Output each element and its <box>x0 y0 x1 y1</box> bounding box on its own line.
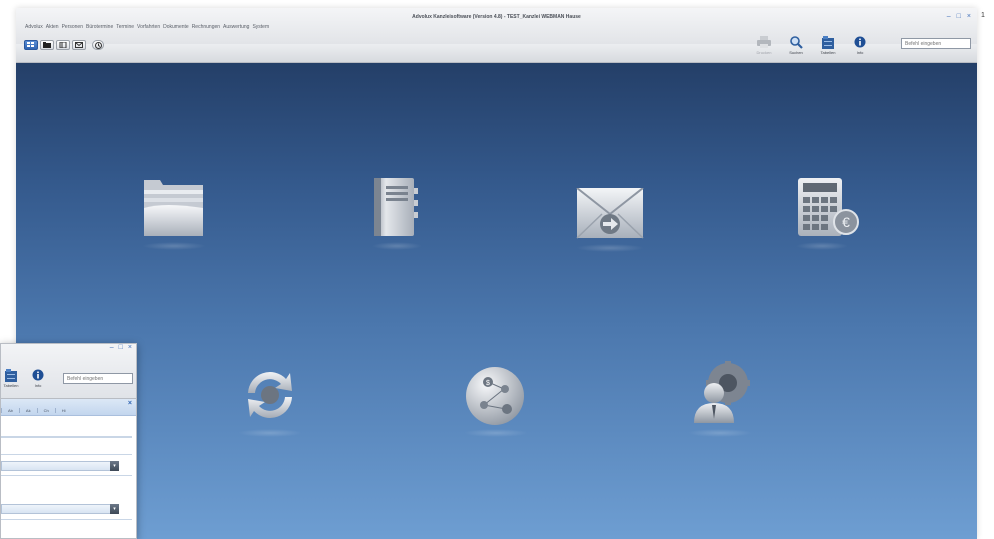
folder-small-icon <box>43 42 51 48</box>
book-view-button[interactable] <box>56 40 70 50</box>
svg-text:$: $ <box>486 380 490 387</box>
info-label: Info <box>856 50 864 55</box>
book-small-icon <box>59 42 67 48</box>
tile-mail[interactable] <box>576 188 644 252</box>
grid-icon <box>27 42 34 47</box>
tile-address-book[interactable] <box>372 178 422 250</box>
panel-tab[interactable]: Ab <box>1 408 19 413</box>
secondary-panel-tabs: Ab Ak Ch Hi <box>1 408 71 413</box>
menu-buerotermine[interactable]: Bürotermine <box>86 24 113 30</box>
menu-personen[interactable]: Personen <box>62 24 83 30</box>
menu-dokumente[interactable]: Dokumente <box>163 24 189 30</box>
panel-tab[interactable]: Ch <box>36 408 55 413</box>
secondary-tool-group: Tabellen Info <box>1 368 48 388</box>
menu-rechnungen[interactable]: Rechnungen <box>192 24 220 30</box>
tool-group: Drucken Suchen Tabellen Info <box>753 35 871 55</box>
tile-sync[interactable] <box>238 363 302 437</box>
secondary-close-button[interactable]: × <box>128 344 132 351</box>
tile-reflection <box>576 244 644 252</box>
info-button[interactable]: Info <box>849 35 871 55</box>
file-cabinet-icon <box>5 368 17 382</box>
tile-folder[interactable] <box>142 178 206 250</box>
search-icon <box>789 35 803 49</box>
divider <box>1 454 132 455</box>
divider <box>1 436 132 438</box>
search-label: Suchen <box>789 50 803 55</box>
tile-globe[interactable]: $ <box>464 365 528 437</box>
tile-reflection <box>372 242 422 250</box>
folder-icon <box>144 180 203 236</box>
file-cabinet-icon <box>822 35 834 49</box>
svg-text:€: € <box>842 214 850 230</box>
select-field[interactable]: ▾ <box>1 504 119 514</box>
secondary-minimize-button[interactable]: – <box>110 344 114 351</box>
calculator-euro-icon: € <box>798 178 859 236</box>
tile-reflection <box>142 242 206 250</box>
window-title: Advolux Kanzleisoftware (Version 4.8) - … <box>412 14 581 20</box>
print-button[interactable]: Drucken <box>753 35 775 55</box>
tile-reflection <box>688 429 752 437</box>
secondary-window-controls: – □ × <box>110 344 132 351</box>
secondary-window: – □ × Tabellen Info Ab Ak Ch <box>0 343 137 539</box>
menu-termine[interactable]: Termine <box>116 24 134 30</box>
secondary-panel-header: Ab Ak Ch Hi × <box>1 399 136 416</box>
tile-admin[interactable] <box>688 361 752 437</box>
divider <box>1 519 132 520</box>
tile-reflection <box>464 429 528 437</box>
mail-small-icon <box>75 42 83 48</box>
window-controls: – □ × <box>947 13 971 20</box>
menu-advolux[interactable]: Advolux <box>25 24 43 30</box>
clock-icon <box>94 41 102 49</box>
command-input[interactable] <box>901 38 971 49</box>
edge-text: 1 <box>981 12 985 19</box>
tile-calculator[interactable]: € <box>796 178 862 250</box>
menubar: Advolux Akten Personen Bürotermine Termi… <box>25 24 269 30</box>
user-gear-icon <box>694 361 750 423</box>
select-field[interactable]: ▾ <box>1 461 119 471</box>
menu-system[interactable]: System <box>252 24 269 30</box>
secondary-command-input[interactable] <box>63 373 133 384</box>
grid-view-button[interactable] <box>24 40 38 50</box>
tile-reflection <box>796 242 848 250</box>
divider <box>1 475 132 476</box>
toolbar: Drucken Suchen Tabellen Info <box>16 35 977 63</box>
panel-tab[interactable]: Hi <box>54 408 72 413</box>
menu-auswertung[interactable]: Auswertung <box>223 24 249 30</box>
screen: Advolux Kanzleisoftware (Version 4.8) - … <box>0 0 994 539</box>
secondary-maximize-button[interactable]: □ <box>119 344 123 351</box>
print-label: Drucken <box>756 50 772 55</box>
globe-icon: $ <box>466 367 524 425</box>
mail-view-button[interactable] <box>72 40 86 50</box>
tile-reflection <box>238 429 302 437</box>
main-window: Advolux Kanzleisoftware (Version 4.8) - … <box>16 8 977 539</box>
secondary-info-button[interactable]: Info <box>28 368 48 388</box>
printer-icon <box>757 36 771 48</box>
secondary-titlebar: – □ × Tabellen Info <box>1 344 136 399</box>
panel-tab[interactable]: Ak <box>18 408 37 413</box>
folder-view-button[interactable] <box>40 40 54 50</box>
dashboard: € $ <box>16 63 977 539</box>
sync-icon <box>248 372 292 418</box>
info-icon <box>32 369 44 381</box>
history-button[interactable] <box>92 40 104 50</box>
menu-akten[interactable]: Akten <box>46 24 59 30</box>
panel-close-button[interactable]: × <box>128 400 132 407</box>
secondary-tables-button[interactable]: Tabellen <box>1 368 21 388</box>
secondary-info-label: Info <box>34 383 42 388</box>
secondary-tables-label: Tabellen <box>3 383 19 388</box>
tables-label: Tabellen <box>820 50 836 55</box>
maximize-button[interactable]: □ <box>957 13 961 20</box>
tables-button[interactable]: Tabellen <box>817 35 839 55</box>
info-icon <box>854 36 866 48</box>
dropdown-arrow-icon[interactable]: ▾ <box>110 504 119 514</box>
address-book-icon <box>374 178 418 236</box>
menu-vorfahrten[interactable]: Vorfahrten <box>137 24 160 30</box>
view-switcher <box>24 40 104 50</box>
dropdown-arrow-icon[interactable]: ▾ <box>110 461 119 471</box>
close-button[interactable]: × <box>967 13 971 20</box>
search-button[interactable]: Suchen <box>785 35 807 55</box>
minimize-button[interactable]: – <box>947 13 951 20</box>
mail-icon <box>576 188 644 239</box>
